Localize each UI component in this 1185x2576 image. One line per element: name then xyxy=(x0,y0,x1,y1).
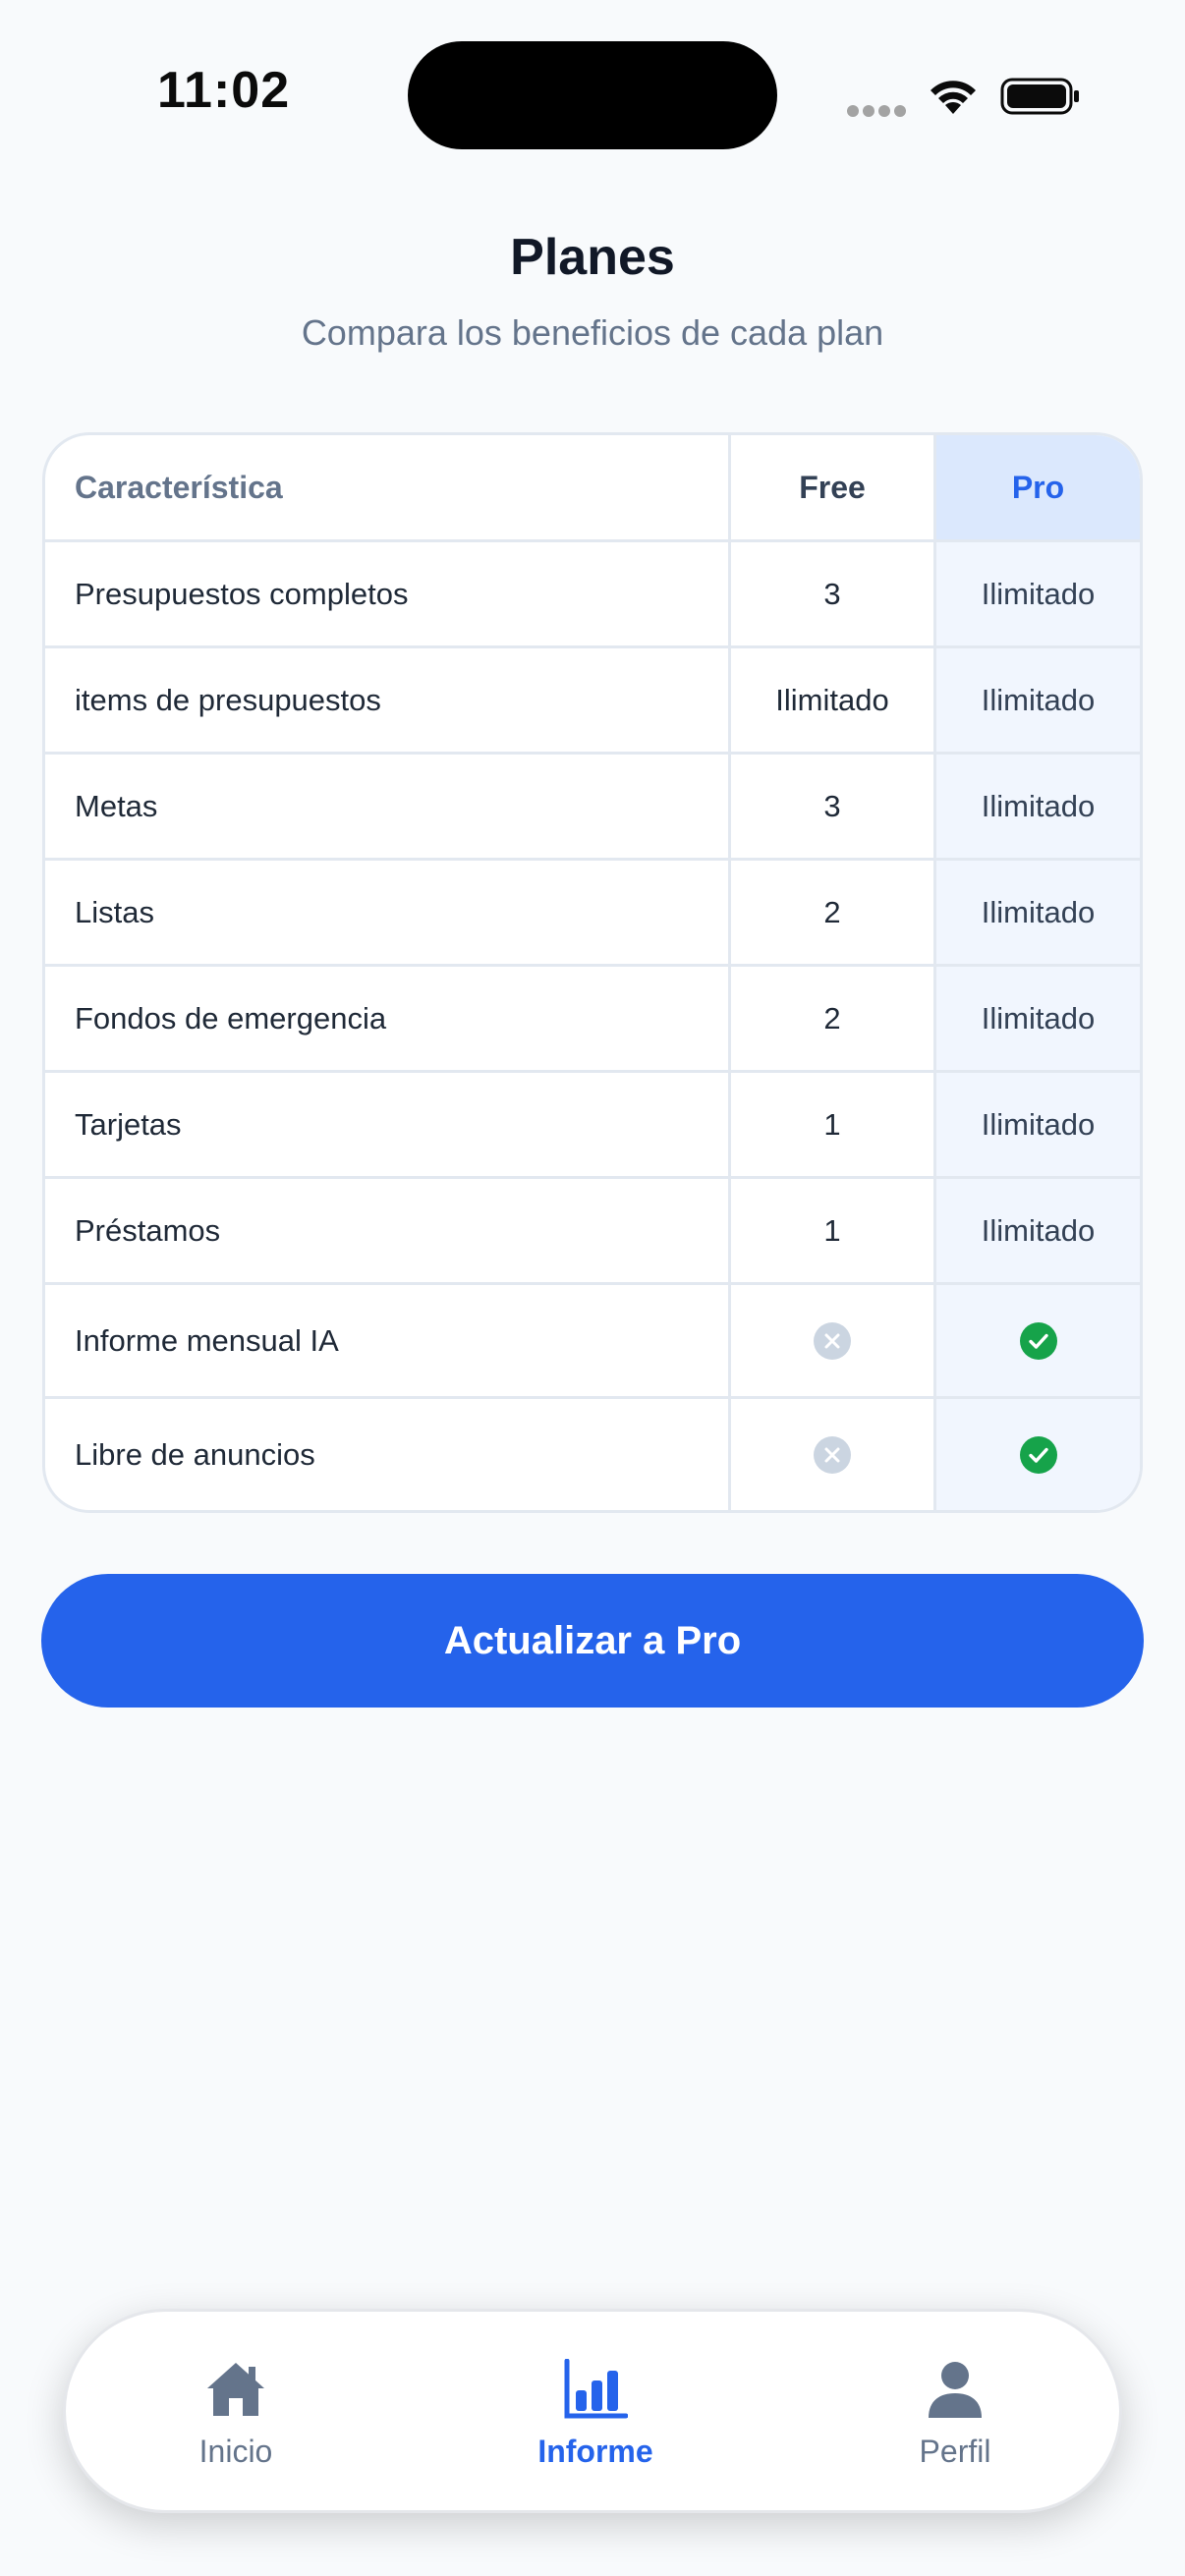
table-row: Tarjetas 1 Ilimitado xyxy=(45,1070,1140,1176)
screen: 11:02 Planes Compara los beneficios de c… xyxy=(0,0,1185,2576)
pro-value: Ilimitado xyxy=(936,967,1140,1070)
pro-value xyxy=(936,1399,1140,1510)
table-row: Libre de anuncios xyxy=(45,1396,1140,1510)
free-value: 1 xyxy=(731,1073,936,1176)
page-title: Planes xyxy=(510,229,675,286)
free-value: 1 xyxy=(731,1179,936,1282)
wifi-icon xyxy=(931,81,976,114)
table-row: Préstamos 1 Ilimitado xyxy=(45,1176,1140,1282)
table-row: Metas 3 Ilimitado xyxy=(45,752,1140,858)
column-header-free: Free xyxy=(731,435,936,539)
pro-value xyxy=(936,1285,1140,1396)
feature-name: Libre de anuncios xyxy=(45,1399,731,1510)
free-value: 3 xyxy=(731,755,936,858)
nav-item-informe[interactable]: Informe xyxy=(468,2312,723,2516)
user-icon xyxy=(929,2362,982,2418)
status-time: 11:02 xyxy=(157,62,291,119)
nav-item-perfil[interactable]: Perfil xyxy=(827,2312,1083,2516)
pro-value: Ilimitado xyxy=(936,648,1140,752)
free-value: Ilimitado xyxy=(731,648,936,752)
signal-dots-icon xyxy=(847,104,910,122)
x-circle-icon xyxy=(814,1321,851,1360)
home-icon xyxy=(207,2363,264,2416)
table-row: Listas 2 Ilimitado xyxy=(45,858,1140,964)
dynamic-island xyxy=(408,41,777,149)
page-subtitle: Compara los beneficios de cada plan xyxy=(301,312,884,353)
nav-label-inicio: Inicio xyxy=(198,2434,273,2469)
check-circle-icon xyxy=(1019,1435,1057,1474)
feature-name: Fondos de emergencia xyxy=(45,967,731,1070)
battery-icon xyxy=(1000,78,1079,115)
table-row: Informe mensual IA xyxy=(45,1282,1140,1396)
x-circle-icon xyxy=(814,1435,851,1474)
nav-label-perfil: Perfil xyxy=(919,2434,991,2469)
pro-value: Ilimitado xyxy=(936,1073,1140,1176)
table-header-row: Característica Free Pro xyxy=(45,435,1140,539)
column-header-pro: Pro xyxy=(936,435,1140,539)
pro-value: Ilimitado xyxy=(936,1179,1140,1282)
free-value xyxy=(731,1399,936,1510)
table-row: items de presupuestos Ilimitado Ilimitad… xyxy=(45,645,1140,752)
free-value: 3 xyxy=(731,542,936,645)
free-value xyxy=(731,1285,936,1396)
column-header-feature: Característica xyxy=(45,435,731,539)
pro-value: Ilimitado xyxy=(936,755,1140,858)
feature-name: Tarjetas xyxy=(45,1073,731,1176)
table-row: Presupuestos completos 3 Ilimitado xyxy=(45,539,1140,645)
pro-value: Ilimitado xyxy=(936,542,1140,645)
pro-value: Ilimitado xyxy=(936,861,1140,964)
nav-label-informe: Informe xyxy=(537,2434,653,2469)
feature-name: Listas xyxy=(45,861,731,964)
bottom-nav: Inicio Informe Perfil xyxy=(63,2309,1122,2513)
feature-name: Informe mensual IA xyxy=(45,1285,731,1396)
free-value: 2 xyxy=(731,967,936,1070)
table-row: Fondos de emergencia 2 Ilimitado xyxy=(45,964,1140,1070)
bar-chart-icon xyxy=(564,2359,628,2419)
check-circle-icon xyxy=(1019,1321,1057,1360)
free-value: 2 xyxy=(731,861,936,964)
upgrade-to-pro-button[interactable]: Actualizar a Pro xyxy=(41,1574,1144,1708)
feature-name: Metas xyxy=(45,755,731,858)
status-icons xyxy=(847,69,1083,124)
feature-name: Préstamos xyxy=(45,1179,731,1282)
nav-item-inicio[interactable]: Inicio xyxy=(108,2312,364,2516)
feature-name: Presupuestos completos xyxy=(45,542,731,645)
feature-name: items de presupuestos xyxy=(45,648,731,752)
plan-comparison-table: Característica Free Pro Presupuestos com… xyxy=(42,432,1143,1513)
